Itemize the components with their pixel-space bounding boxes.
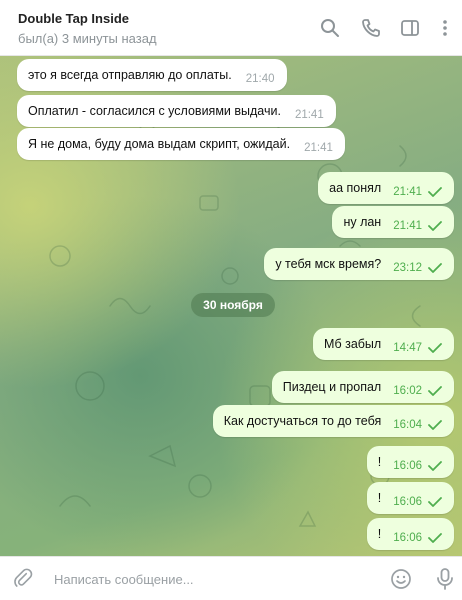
check-icon xyxy=(428,533,442,543)
check-icon xyxy=(428,343,442,353)
message-time: 16:06 xyxy=(393,496,422,508)
message-outgoing[interactable]: ! 16:06 xyxy=(366,446,454,478)
check-icon xyxy=(428,386,442,396)
paperclip-icon[interactable] xyxy=(13,568,35,590)
message-text: Мб забыл xyxy=(324,337,382,351)
search-icon[interactable] xyxy=(319,17,341,39)
message-composer xyxy=(0,556,462,600)
check-icon xyxy=(428,461,442,471)
message-outgoing[interactable]: ну лан 21:41 xyxy=(332,206,454,238)
message-text: Оплатил - согласился с условиями выдачи. xyxy=(28,104,281,118)
phone-icon[interactable] xyxy=(360,17,382,39)
sidebar-toggle-icon[interactable] xyxy=(399,17,421,39)
message-time: 14:47 xyxy=(393,342,422,354)
message-text: ну лан xyxy=(343,215,382,229)
message-outgoing[interactable]: Пиздец и пропал 16:02 xyxy=(271,371,454,403)
more-vertical-icon[interactable] xyxy=(434,17,456,39)
microphone-icon[interactable] xyxy=(435,567,455,591)
message-time: 21:41 xyxy=(393,186,422,198)
message-time: 21:41 xyxy=(393,220,422,232)
chat-title[interactable]: Double Tap Inside xyxy=(18,11,129,26)
message-time: 23:12 xyxy=(393,262,422,274)
check-icon xyxy=(428,187,442,197)
message-incoming[interactable]: Оплатил - согласился с условиями выдачи.… xyxy=(17,95,336,127)
message-text: Как достучаться то до тебя xyxy=(223,414,382,428)
check-icon xyxy=(428,221,442,231)
message-list[interactable]: это я всегда отправляю до оплаты. 21:40 … xyxy=(0,56,462,556)
message-outgoing[interactable]: аа понял 21:41 xyxy=(318,172,454,204)
last-seen-status: был(а) 3 минуты назад xyxy=(18,31,157,46)
message-time: 16:04 xyxy=(393,419,422,431)
message-outgoing[interactable]: Как достучаться то до тебя 16:04 xyxy=(212,405,454,437)
date-separator: 30 ноября xyxy=(191,293,275,317)
check-icon xyxy=(428,263,442,273)
message-incoming[interactable]: это я всегда отправляю до оплаты. 21:40 xyxy=(17,59,287,91)
message-outgoing[interactable]: ! 16:06 xyxy=(366,518,454,550)
message-outgoing[interactable]: Мб забыл 14:47 xyxy=(313,328,454,360)
message-time: 16:06 xyxy=(393,532,422,544)
message-text: Пиздец и пропал xyxy=(282,380,382,394)
message-time: 21:40 xyxy=(245,73,275,85)
message-text: это я всегда отправляю до оплаты. xyxy=(28,68,232,82)
message-incoming[interactable]: Я не дома, буду дома выдам скрипт, ожида… xyxy=(17,128,345,160)
emoji-icon[interactable] xyxy=(390,568,412,590)
message-text: ! xyxy=(377,455,382,469)
message-outgoing[interactable]: ! 16:06 xyxy=(366,482,454,514)
check-icon xyxy=(428,497,442,507)
message-outgoing[interactable]: у тебя мск время? 23:12 xyxy=(264,248,454,280)
message-text: Я не дома, буду дома выдам скрипт, ожида… xyxy=(28,137,291,151)
message-text: ! xyxy=(377,491,382,505)
message-time: 16:02 xyxy=(393,385,422,397)
chat-header: Double Tap Inside был(а) 3 минуты назад xyxy=(0,0,462,56)
message-input[interactable] xyxy=(54,569,364,589)
message-time: 16:06 xyxy=(393,460,422,472)
message-text: у тебя мск время? xyxy=(275,257,382,271)
message-time: 21:41 xyxy=(304,142,333,154)
check-icon xyxy=(428,420,442,430)
message-text: аа понял xyxy=(329,181,382,195)
message-time: 21:41 xyxy=(294,109,324,121)
message-text: ! xyxy=(377,527,382,541)
